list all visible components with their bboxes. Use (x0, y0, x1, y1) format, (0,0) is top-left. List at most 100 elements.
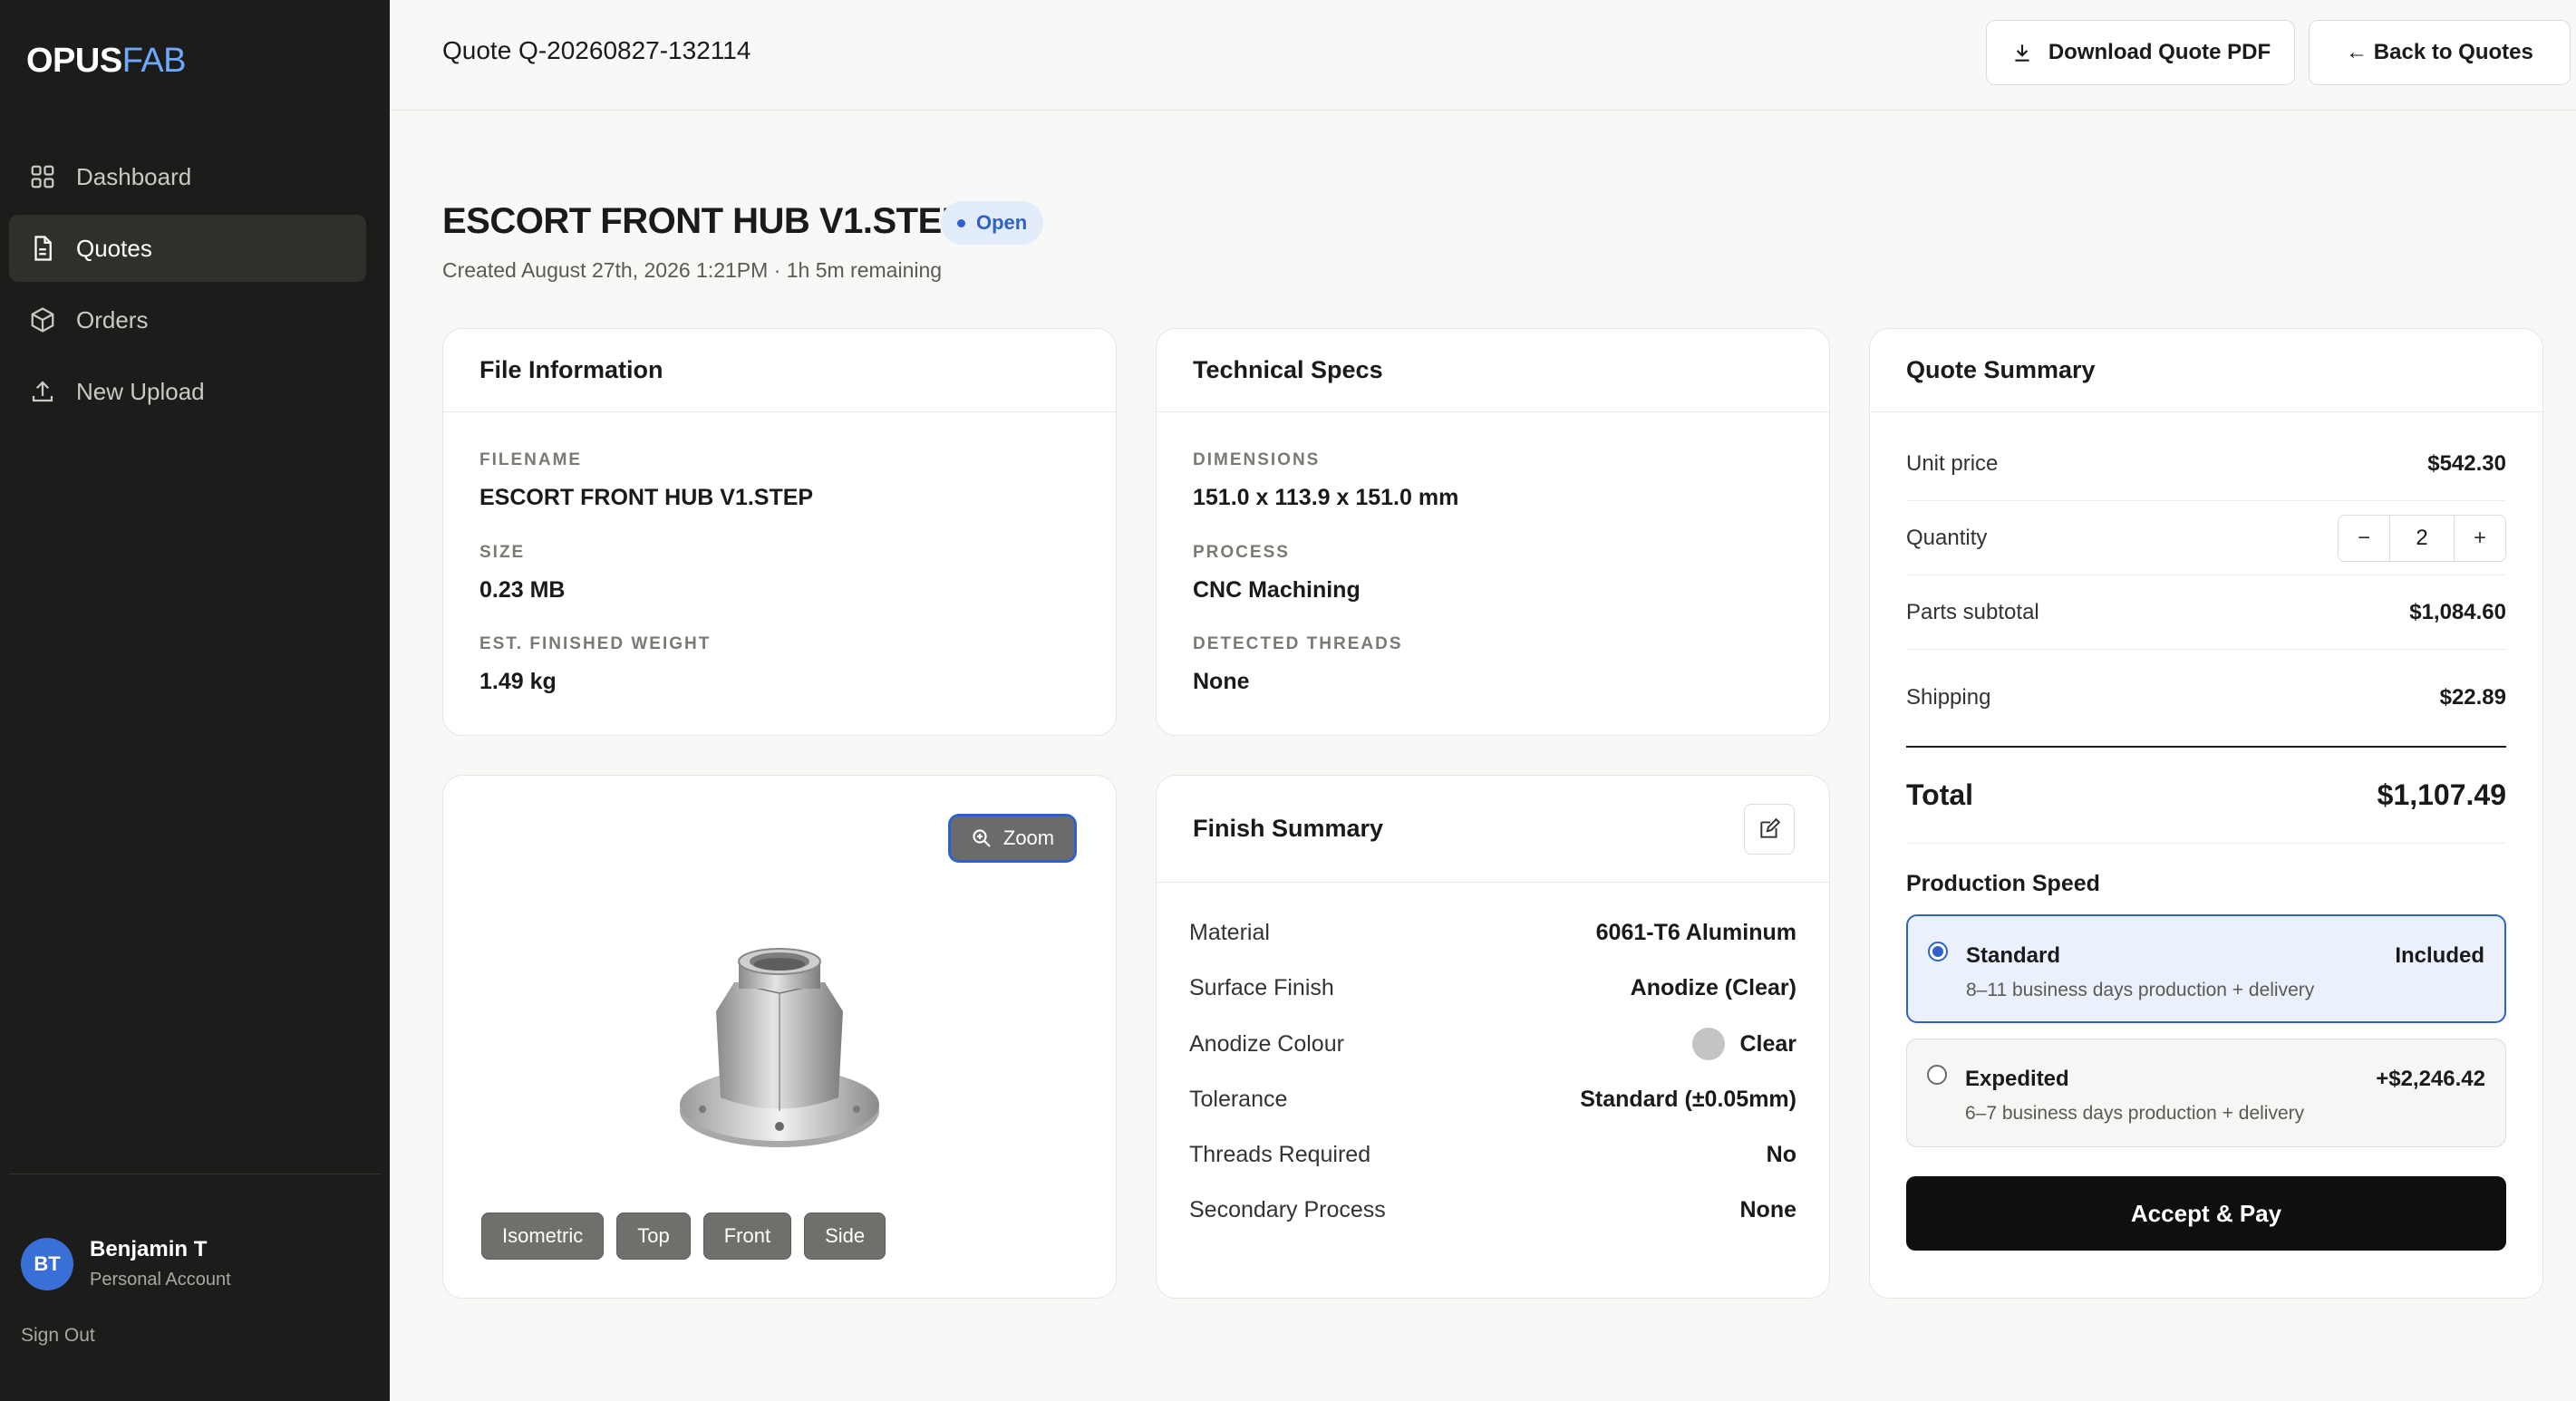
quantity-stepper: − 2 + (2338, 514, 2506, 562)
zoom-label: Zoom (1002, 826, 1055, 849)
view-top-button[interactable]: Top (616, 1213, 691, 1260)
subtotal-row: Parts subtotal $1,084.60 (1906, 575, 2506, 650)
option-price: Included (2395, 943, 2484, 968)
row-label: Shipping (1906, 685, 1991, 710)
sidebar-item-label: Quotes (76, 234, 152, 262)
user-name: Benjamin T (90, 1237, 208, 1261)
download-pdf-label: Download Quote PDF (2048, 40, 2271, 64)
card-heading: Technical Specs (1157, 329, 1829, 412)
finish-key: Surface Finish (1189, 974, 1334, 1000)
field-label: PROCESS (1193, 543, 1290, 562)
created-timestamp: Created August 27th, 2026 1:21PM · 1h 5m… (442, 258, 943, 282)
finish-summary-header: Finish Summary (1157, 776, 1829, 883)
unit-price-row: Unit price $542.30 (1906, 427, 2506, 501)
field-value: 1.49 kg (479, 669, 557, 694)
view-front-button[interactable]: Front (702, 1213, 792, 1260)
colour-swatch (1692, 1028, 1726, 1060)
option-description: 8–11 business days production + delivery (1966, 980, 2315, 1000)
total-label: Total (1906, 778, 1974, 811)
back-to-quotes-button[interactable]: ← Back to Quotes (2309, 20, 2571, 85)
quantity-input[interactable]: 2 (2389, 515, 2455, 561)
sidebar-item-label: New Upload (76, 377, 205, 405)
upload-icon (32, 381, 53, 402)
zoom-button[interactable]: Zoom (948, 814, 1077, 863)
option-name: Standard (1966, 943, 2061, 968)
sidebar-item-quotes[interactable]: Quotes (9, 215, 366, 282)
finish-key: Secondary Process (1189, 1196, 1386, 1222)
field-label: EST. FINISHED WEIGHT (479, 634, 712, 653)
status-dot (957, 218, 965, 227)
field-value: 151.0 x 113.9 x 151.0 mm (1193, 485, 1459, 510)
accept-and-pay-button[interactable]: Accept & Pay (1906, 1176, 2506, 1251)
decrement-button[interactable]: − (2339, 516, 2389, 561)
model-viewer-card[interactable]: Zoom Isometric Top Front Side (442, 775, 1117, 1299)
sidebar-item-label: Orders (76, 305, 149, 333)
dimensions-field: DIMENSIONS 151.0 x 113.9 x 151.0 mm (1193, 450, 1458, 511)
speed-option-expedited[interactable]: Expedited +$2,246.42 6–7 business days p… (1906, 1039, 2506, 1147)
card-heading: Finish Summary (1193, 815, 1384, 842)
expedited-radio[interactable] (1927, 1065, 1947, 1085)
technical-specs-card: Technical Specs DIMENSIONS 151.0 x 113.9… (1156, 328, 1830, 736)
user-profile[interactable]: BT Benjamin T Personal Account (21, 1237, 231, 1290)
status-badge: Open (941, 201, 1044, 245)
option-price: +$2,246.42 (2376, 1067, 2485, 1091)
finish-row-surface: Surface Finish Anodize (Clear) (1189, 970, 1796, 1006)
sidebar-nav: Dashboard Quotes Orders New Upload (9, 143, 366, 430)
finish-key: Tolerance (1189, 1086, 1288, 1112)
grid-icon (31, 165, 54, 188)
threads-field: DETECTED THREADS None (1193, 634, 1403, 695)
edit-finish-button[interactable] (1744, 803, 1795, 855)
finish-row-material: Material 6061-T6 Aluminum (1189, 914, 1796, 951)
total-row: Total $1,107.49 (1906, 746, 2506, 844)
card-heading: Quote Summary (1870, 329, 2542, 412)
option-description: 6–7 business days production + delivery (1965, 1103, 2305, 1124)
part-preview-image[interactable] (675, 939, 884, 1156)
field-value: ESCORT FRONT HUB V1.STEP (479, 485, 814, 510)
view-side-button[interactable]: Side (804, 1213, 886, 1260)
field-value: None (1193, 669, 1250, 694)
weight-field: EST. FINISHED WEIGHT 1.49 kg (479, 634, 711, 695)
field-label: FILENAME (479, 450, 583, 469)
download-icon (2015, 44, 2029, 62)
sign-out-link[interactable]: Sign Out (21, 1325, 95, 1347)
finish-key: Material (1189, 919, 1270, 945)
finish-key: Anodize Colour (1189, 1030, 1344, 1057)
speed-option-standard[interactable]: Standard Included 8–11 business days pro… (1906, 914, 2506, 1023)
quote-id: Quote Q-20260827-132114 (442, 36, 751, 64)
finish-key: Threads Required (1189, 1141, 1371, 1167)
finish-value: 6061-T6 Aluminum (1595, 919, 1796, 945)
field-label: DETECTED THREADS (1193, 634, 1403, 653)
field-value: CNC Machining (1193, 577, 1361, 603)
view-isometric-button[interactable]: Isometric (481, 1213, 605, 1260)
total-value: $1,107.49 (2377, 778, 2506, 811)
finish-row-tolerance: Tolerance Standard (±0.05mm) (1189, 1081, 1796, 1117)
file-information-card: File Information FILENAME ESCORT FRONT H… (442, 328, 1117, 736)
edit-icon (1760, 817, 1781, 838)
download-pdf-button[interactable]: Download Quote PDF (1986, 20, 2295, 85)
sidebar-item-orders[interactable]: Orders (9, 286, 366, 353)
back-to-quotes-label: ← Back to Quotes (2346, 40, 2533, 64)
finish-value: Clear (1739, 1030, 1796, 1057)
user-text: Benjamin T Personal Account (90, 1237, 231, 1290)
shipping-row: Shipping $22.89 (1906, 650, 2506, 746)
brand-logo[interactable]: OPUSFAB (26, 42, 187, 81)
shipping-value: $22.89 (2439, 685, 2506, 710)
zoom-in-icon (973, 829, 991, 847)
user-account-type: Personal Account (90, 1270, 231, 1290)
quantity-row: Quantity − 2 + (1906, 501, 2506, 575)
sidebar-item-label: Dashboard (76, 162, 192, 190)
sidebar-item-dashboard[interactable]: Dashboard (9, 143, 366, 210)
finish-row-secondary: Secondary Process None (1189, 1192, 1796, 1228)
option-name: Expedited (1965, 1067, 2069, 1091)
unit-price-value: $542.30 (2427, 450, 2506, 476)
field-value: 0.23 MB (479, 577, 566, 603)
box-icon (31, 307, 54, 333)
standard-radio[interactable] (1928, 942, 1948, 961)
view-selector: Isometric Top Front Side (481, 1213, 898, 1260)
filename-field: FILENAME ESCORT FRONT HUB V1.STEP (479, 450, 813, 511)
finish-value: Standard (±0.05mm) (1580, 1086, 1796, 1112)
increment-button[interactable]: + (2455, 516, 2505, 561)
status-text: Open (976, 211, 1028, 234)
field-label: SIZE (479, 543, 526, 562)
sidebar-item-new-upload[interactable]: New Upload (9, 358, 366, 425)
